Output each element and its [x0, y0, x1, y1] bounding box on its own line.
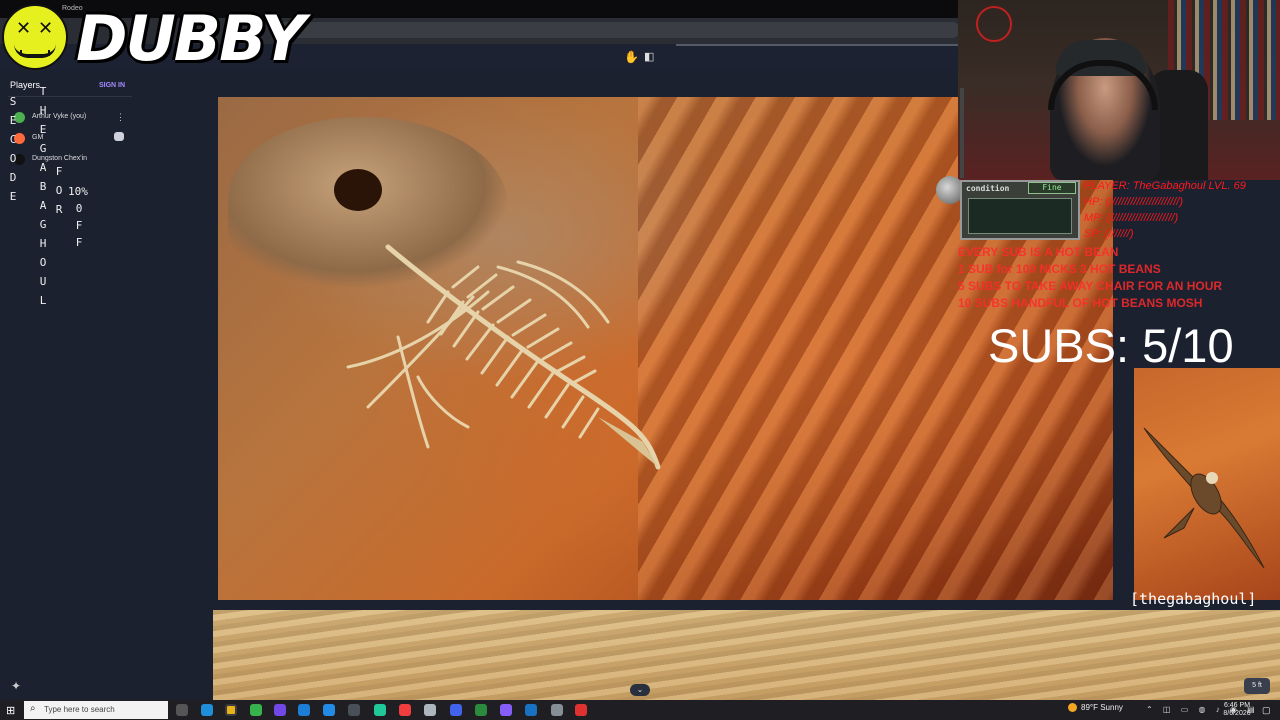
clock-time: 6:46 PM	[1223, 702, 1251, 709]
clock[interactable]: 6:46 PM 8/6/2026	[1220, 702, 1254, 718]
app-icon[interactable]	[475, 704, 487, 716]
vertical-text-thegabaghoul: THE GAB AGH OUL	[39, 85, 47, 307]
players-header: Players	[10, 80, 41, 90]
chrome-icon[interactable]	[225, 704, 237, 716]
sparkle-icon[interactable]: ✦	[11, 679, 21, 693]
notification-icon[interactable]: ▢	[1262, 705, 1271, 716]
app-icon[interactable]	[551, 704, 563, 716]
chevron-down-icon[interactable]: ⌄	[630, 684, 650, 696]
condition-scanner: condition Fine	[936, 174, 1084, 240]
search-placeholder: Type here to search	[44, 705, 115, 714]
logo-text: DUBBY	[76, 2, 306, 75]
mp-stat: MP: (/////////////////////)	[1084, 212, 1179, 224]
sub-rule: EVERY SUB IS A HOT BEAN	[958, 245, 1119, 259]
windows-taskbar: ⊞ ⌕ Type here to search 89°F Sunny ⌃ ◫ ▭…	[0, 700, 1280, 720]
stream-logo: ✕ ✕ DUBBY	[0, 0, 306, 75]
percent-label: 10%	[68, 185, 88, 198]
scanner-status: Fine	[1028, 182, 1076, 194]
app-icon[interactable]	[424, 704, 436, 716]
sub-rule: 5 SUBS TO TAKE AWAY CHAIR FOR AN HOUR	[958, 279, 1223, 293]
hp-stat: HP: (///////////////////////)	[1084, 196, 1184, 208]
player-stat: PLAYER: TheGabaghoul LVL. 69	[1084, 180, 1246, 192]
sign-in-link[interactable]: SIGN IN	[99, 82, 125, 89]
edge-icon[interactable]	[201, 704, 213, 716]
weather-text: 89°F Sunny	[1081, 703, 1123, 712]
app-icon[interactable]	[348, 704, 360, 716]
sp-stat: SP: (///////)	[1084, 228, 1134, 240]
sun-icon	[1068, 703, 1077, 713]
streamer-handle: [thegabaghoul]	[1130, 590, 1257, 608]
scanner-screen	[968, 198, 1072, 234]
sand-texture-strip	[213, 610, 1280, 700]
app-icon[interactable]	[274, 704, 286, 716]
mic-arm	[960, 88, 1010, 178]
vertical-text-off: 0FF	[75, 202, 83, 249]
scanner-label: condition	[966, 184, 1010, 193]
taskbar-search[interactable]: ⌕ Type here to search	[24, 701, 168, 719]
scale-badge[interactable]: 5 ft	[1244, 678, 1270, 694]
app-icon[interactable]	[525, 704, 537, 716]
app-icon[interactable]	[450, 704, 462, 716]
address-bar[interactable]	[270, 22, 960, 38]
discord-icon[interactable]	[114, 132, 124, 141]
app-icon[interactable]	[500, 704, 512, 716]
app-icon[interactable]	[374, 704, 386, 716]
app-icon[interactable]	[399, 704, 411, 716]
app-icon[interactable]	[298, 704, 310, 716]
vertical-text-secode: SEC ODE	[9, 95, 17, 203]
progress-line	[676, 44, 960, 46]
divider	[8, 96, 132, 97]
sub-rule: 10 SUBS HANDFUL OF HOT BEANS MOSH	[958, 296, 1203, 310]
youtube-icon[interactable]	[575, 704, 587, 716]
app-icon[interactable]	[250, 704, 262, 716]
webcam-feed	[958, 0, 1280, 180]
search-icon: ⌕	[30, 703, 36, 714]
mail-icon[interactable]	[323, 704, 335, 716]
subs-counter: SUBS: 5/10	[988, 319, 1234, 372]
hand-raise-icon[interactable]: ✋	[624, 50, 639, 64]
camera-icon[interactable]: ◧	[644, 50, 654, 63]
more-options-icon[interactable]: ⋮	[116, 112, 125, 123]
wall-logo	[976, 6, 1012, 42]
weather-widget[interactable]: 89°F Sunny	[1068, 703, 1123, 713]
sub-rule: 1 SUB for 100 NICKS 3 HOT BEANS	[958, 262, 1161, 276]
windows-start-icon[interactable]: ⊞	[6, 704, 15, 717]
hawk-image	[1134, 368, 1280, 600]
smiley-logo-icon: ✕ ✕	[2, 4, 68, 70]
clock-date: 8/6/2026	[1223, 710, 1251, 717]
task-view-icon[interactable]	[176, 704, 188, 716]
vertical-text-for: FOR	[55, 165, 63, 216]
